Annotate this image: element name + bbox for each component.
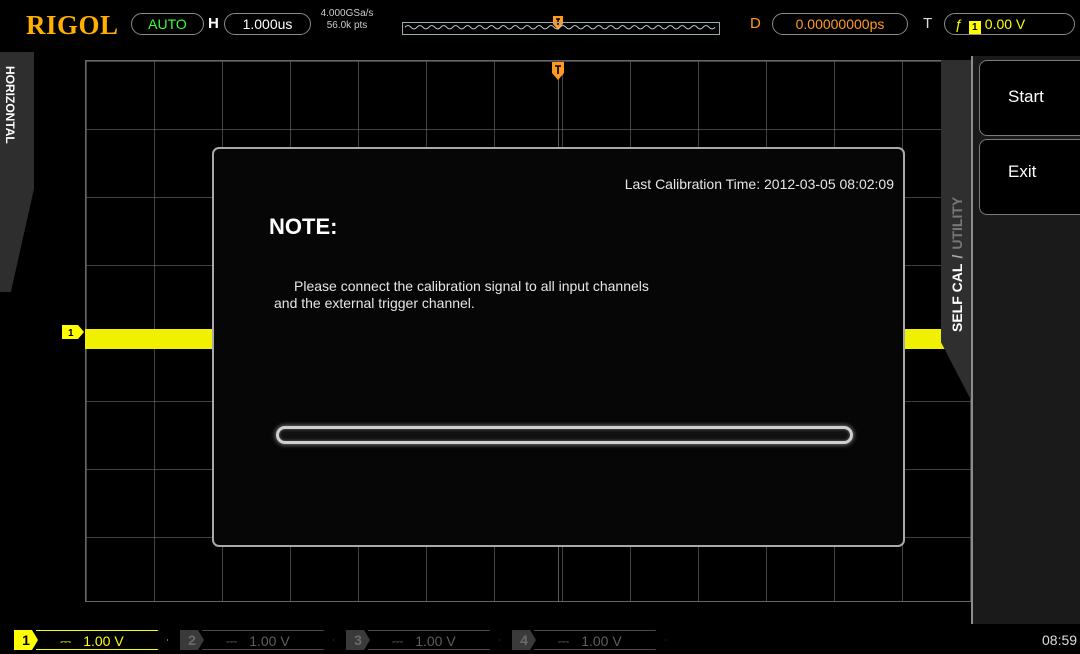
delay-indicator[interactable]: 0.00000000ps (772, 13, 908, 35)
memory-depth: 56.0k pts (326, 20, 368, 31)
trigger-source-badge: 1 (968, 21, 981, 34)
channel1-scale-box: ⎓ 1.00 V (36, 630, 168, 650)
delay-label: D (750, 15, 761, 32)
dc-coupling-icon: ⎓ (226, 633, 238, 649)
top-status-bar: RIGOL AUTO H 1.000us 4.000GSa/s 56.0k pt… (0, 0, 1080, 46)
start-button[interactable]: Start (979, 60, 1080, 136)
self-calibration-dialog: Last Calibration Time: 2012-03-05 08:02:… (212, 147, 905, 547)
channel4-number: 4 (512, 630, 536, 650)
menu-title: SELF CAL / UTILITY (949, 197, 965, 332)
channel2-scale-box: ⎓ 1.00 V (202, 630, 334, 650)
softkey-menu: Start Exit (971, 56, 1080, 624)
last-calibration-time: Last Calibration Time: 2012-03-05 08:02:… (624, 176, 894, 192)
calibration-progress-bar (276, 426, 853, 444)
dialog-message: Please connect the calibration signal to… (274, 278, 649, 312)
channel-status-bar: 1 ⎓ 1.00 V 2 ⎓ 1.00 V 3 ⎓ 1.00 V 4 ⎓ 1.00 V … (0, 626, 1080, 654)
trigger-level: 0.00 V (984, 16, 1026, 32)
trigger-label: T (923, 15, 933, 32)
timebase-indicator[interactable]: 1.000us (224, 13, 311, 35)
channel3-scale: 1.00 V (415, 633, 456, 649)
channel2-scale: 1.00 V (249, 633, 290, 649)
menu-title-parent: UTILITY (949, 196, 965, 250)
memory-waveform-overview (402, 22, 720, 35)
menu-title-active: SELF CAL (949, 263, 965, 332)
channel3-scale-box: ⎓ 1.00 V (368, 630, 500, 650)
channel1-waveform-left (85, 329, 213, 349)
sample-rate: 4.000GSa/s (320, 8, 374, 19)
channel4-scale: 1.00 V (581, 633, 622, 649)
channel2-number: 2 (180, 630, 204, 650)
exit-button[interactable]: Exit (979, 139, 1080, 215)
dialog-title: NOTE: (269, 214, 338, 239)
trigger-time-marker-icon (552, 62, 564, 80)
channel1-marker-label: 1 (68, 328, 74, 339)
dc-coupling-icon: ⎓ (558, 633, 570, 649)
menu-title-tab: SELF CAL / UTILITY (941, 60, 971, 400)
dc-coupling-icon: ⎓ (392, 633, 404, 649)
channel1-offset-marker-icon[interactable]: 1 (62, 325, 84, 339)
horizontal-tab-label: HORIZONTAL (3, 66, 17, 144)
trigger-indicator[interactable]: ƒ 1 0.00 V (944, 13, 1075, 35)
channel1-tab[interactable]: 1 ⎓ 1.00 V (14, 630, 169, 650)
channel4-scale-box: ⎓ 1.00 V (534, 630, 666, 650)
system-clock: 08:59 (1042, 632, 1078, 648)
horizontal-label: H (208, 15, 219, 32)
run-mode-indicator[interactable]: AUTO (131, 13, 204, 35)
message-line-2: and the external trigger channel. (274, 295, 475, 311)
rigol-logo: RIGOL (26, 10, 119, 40)
acquisition-info: 4.000GSa/s 56.0k pts (318, 8, 376, 32)
menu-title-separator: / (949, 254, 965, 259)
channel1-number: 1 (14, 630, 38, 650)
dc-coupling-icon: ⎓ (60, 633, 72, 649)
channel3-number: 3 (346, 630, 370, 650)
horizontal-menu-tab[interactable]: HORIZONTAL (0, 52, 34, 292)
message-line-1: Please connect the calibration signal to… (294, 278, 649, 294)
rising-edge-icon: ƒ (955, 16, 963, 32)
channel1-scale: 1.00 V (83, 633, 124, 649)
